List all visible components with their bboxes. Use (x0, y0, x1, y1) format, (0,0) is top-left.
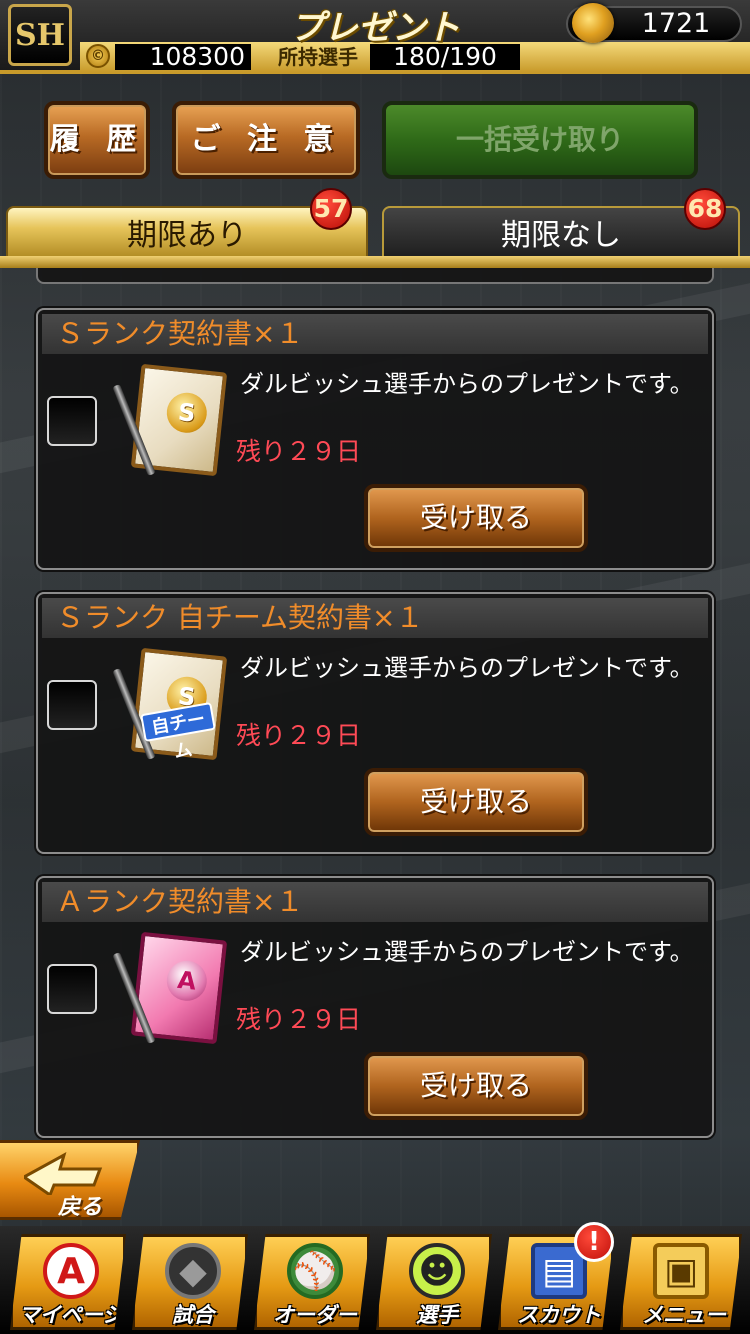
history-button[interactable]: 履 歴 (44, 101, 150, 179)
present-message: ダルビッシュ選手からのプレゼントです。 (240, 370, 694, 398)
tab-underline (0, 256, 750, 268)
nav-label: スカウト (517, 1303, 601, 1327)
present-item-title: Ｓランク 自チーム契約書×１ (42, 598, 708, 638)
caution-button[interactable]: ご 注 意 (172, 101, 360, 179)
select-checkbox[interactable] (47, 396, 97, 446)
s-medal-icon: S (164, 390, 209, 435)
present-message: ダルビッシュ選手からのプレゼントです。 (240, 654, 694, 682)
menu-robot-icon: ▣ (653, 1243, 709, 1299)
tab-label: 期限あり (127, 218, 247, 253)
coins-value: 108300 (115, 44, 251, 70)
a-rank-contract-icon: A (112, 930, 228, 1048)
select-checkbox[interactable] (47, 964, 97, 1014)
present-item: Ｓランク 自チーム契約書×１ S 自チーム ダルビッシュ選手からのプレゼントです… (36, 592, 714, 854)
back-button[interactable]: 戻る (0, 1140, 140, 1220)
team-logo: SH (8, 4, 72, 66)
s-rank-contract-icon: S (112, 362, 228, 480)
premium-currency-icon (572, 3, 614, 43)
nav-label: 試合 (172, 1303, 214, 1327)
receive-all-button[interactable]: 一括受け取り (382, 101, 698, 179)
s-rank-own-team-contract-icon: S 自チーム (112, 646, 228, 764)
remaining-days: 残り２９日 (236, 721, 362, 750)
page-title: プレゼント (290, 8, 460, 48)
a-medal-icon: A (164, 958, 209, 1003)
bottom-navigation: A マイページ ◆ 試合 ⚾ オーダー ☻ 選手 ▤ スカウト ▣ メニュー (0, 1226, 750, 1334)
nav-order[interactable]: ⚾ オーダー (254, 1234, 370, 1330)
nav-mypage[interactable]: A マイページ (10, 1234, 126, 1330)
present-item: Ｓランク契約書×１ S ダルビッシュ選手からのプレゼントです。 残り２９日 受け… (36, 308, 714, 570)
player-icon: ☻ (409, 1243, 465, 1299)
tab-label: 期限なし (501, 218, 621, 253)
remaining-days: 残り２９日 (236, 437, 362, 466)
nav-label: マイページ (18, 1303, 124, 1327)
tab-with-deadline-badge: 57 (310, 188, 352, 230)
nav-players[interactable]: ☻ 選手 (376, 1234, 492, 1330)
scout-alert-badge: ! (574, 1222, 614, 1262)
stadium-icon: ◆ (165, 1243, 221, 1299)
back-label: 戻る (58, 1195, 103, 1220)
coin-icon: © (86, 44, 110, 68)
mypage-a-icon: A (43, 1243, 99, 1299)
premium-currency-value: 1721 (641, 8, 711, 39)
nav-match[interactable]: ◆ 試合 (132, 1234, 248, 1330)
present-item-title: Ｓランク契約書×１ (42, 314, 708, 354)
field-order-icon: ⚾ (287, 1243, 343, 1299)
receive-button[interactable]: 受け取る (364, 484, 588, 552)
receive-button[interactable]: 受け取る (364, 1052, 588, 1120)
players-label: 所持選手 (278, 45, 358, 69)
tab-no-deadline-badge: 68 (684, 188, 726, 230)
nav-menu[interactable]: ▣ メニュー (620, 1234, 742, 1330)
header-bar: SH プレゼント 1721 © 108300 所持選手 180/190 (0, 0, 750, 74)
nav-label: 選手 (416, 1303, 458, 1327)
present-item: Ａランク契約書×１ A ダルビッシュ選手からのプレゼントです。 残り２９日 受け… (36, 876, 714, 1138)
list-item-partial (36, 268, 714, 284)
present-list[interactable]: Ｓランク契約書×１ S ダルビッシュ選手からのプレゼントです。 残り２９日 受け… (0, 268, 750, 1148)
nav-label: オーダー (273, 1303, 357, 1327)
present-item-title: Ａランク契約書×１ (42, 882, 708, 922)
receive-button[interactable]: 受け取る (364, 768, 588, 836)
present-message: ダルビッシュ選手からのプレゼントです。 (240, 938, 694, 966)
players-count: 180/190 (370, 44, 520, 70)
nav-label: メニュー (642, 1303, 726, 1327)
remaining-days: 残り２９日 (236, 1005, 362, 1034)
select-checkbox[interactable] (47, 680, 97, 730)
